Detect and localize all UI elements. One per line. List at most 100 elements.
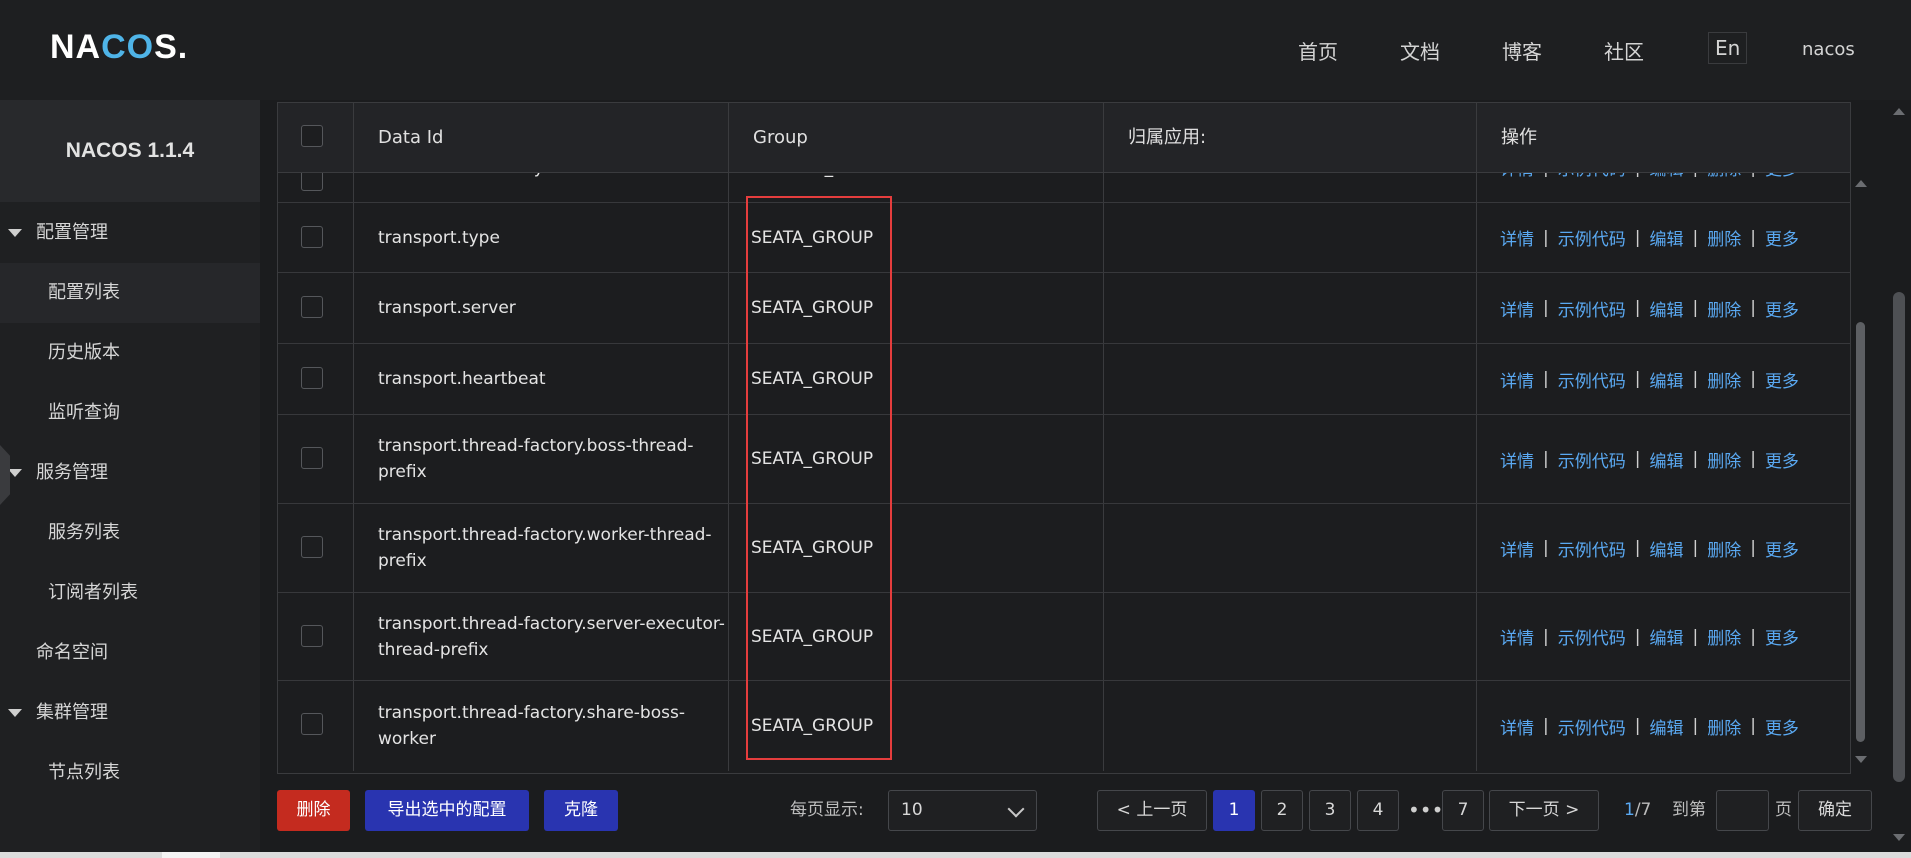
action-sample-code[interactable]: 示例代码	[1558, 173, 1626, 180]
nav-docs[interactable]: 文档	[1400, 36, 1440, 65]
sidebar-group-config[interactable]: 配置管理	[0, 203, 260, 263]
row-checkbox[interactable]	[301, 713, 323, 735]
page-button-4[interactable]: 4	[1357, 790, 1399, 831]
page-button-3[interactable]: 3	[1309, 790, 1351, 831]
sidebar-item-listener-query[interactable]: 监听查询	[0, 383, 260, 443]
user-menu[interactable]: nacos	[1802, 39, 1855, 60]
sidebar-item-subscriber-list[interactable]: 订阅者列表	[0, 563, 260, 623]
confirm-jump-button[interactable]: 确定	[1798, 790, 1872, 831]
nav-community[interactable]: 社区	[1604, 36, 1644, 65]
action-edit[interactable]: 编辑	[1649, 225, 1683, 250]
row-checkbox[interactable]	[301, 367, 323, 389]
action-sample-code[interactable]: 示例代码	[1558, 536, 1626, 561]
page-button-2[interactable]: 2	[1261, 790, 1303, 831]
action-detail[interactable]: 详情	[1500, 296, 1534, 321]
column-header-group[interactable]: Group	[728, 103, 1103, 173]
page-scrollbar[interactable]	[1888, 100, 1911, 852]
table-scrollbar-thumb[interactable]	[1856, 322, 1865, 742]
row-checkbox[interactable]	[301, 296, 323, 318]
row-actions: 详情| 示例代码| 编辑| 删除| 更多	[1500, 681, 1850, 771]
sidebar-item-service-list[interactable]: 服务列表	[0, 503, 260, 563]
row-checkbox[interactable]	[301, 226, 323, 248]
page-size-select[interactable]: 10	[888, 790, 1037, 831]
action-more[interactable]: 更多	[1765, 296, 1799, 321]
sidebar-group-cluster[interactable]: 集群管理	[0, 683, 260, 743]
action-detail[interactable]: 详情	[1500, 624, 1534, 649]
column-header-data-id[interactable]: Data Id	[353, 103, 728, 173]
action-edit[interactable]: 编辑	[1649, 173, 1683, 180]
nav-home[interactable]: 首页	[1298, 36, 1338, 65]
delete-button[interactable]: 删除	[277, 790, 350, 831]
sidebar-item-config-list[interactable]: 配置列表	[0, 263, 260, 323]
action-sample-code[interactable]: 示例代码	[1558, 225, 1626, 250]
select-all-checkbox[interactable]	[301, 125, 323, 147]
row-data-id: transport.thread-factory.share-boss-work…	[378, 703, 685, 749]
action-more[interactable]: 更多	[1765, 173, 1799, 180]
horizontal-scrollbar[interactable]	[0, 852, 1911, 858]
nav-blog[interactable]: 博客	[1502, 36, 1542, 65]
language-switch[interactable]: En	[1708, 32, 1748, 64]
action-edit[interactable]: 编辑	[1649, 367, 1683, 392]
action-more[interactable]: 更多	[1765, 447, 1799, 472]
action-edit[interactable]: 编辑	[1649, 296, 1683, 321]
row-checkbox[interactable]	[301, 173, 323, 191]
scroll-down-arrow-icon[interactable]	[1855, 756, 1867, 763]
action-more[interactable]: 更多	[1765, 624, 1799, 649]
action-delete[interactable]: 删除	[1707, 367, 1741, 392]
action-sample-code[interactable]: 示例代码	[1558, 624, 1626, 649]
action-detail[interactable]: 详情	[1500, 447, 1534, 472]
scroll-down-arrow-icon[interactable]	[1893, 834, 1905, 841]
action-more[interactable]: 更多	[1765, 536, 1799, 561]
row-data-id: service-order-test.yaml	[378, 173, 738, 202]
page-scrollbar-thumb[interactable]	[1893, 292, 1905, 782]
action-edit[interactable]: 编辑	[1649, 536, 1683, 561]
sidebar-item-label: 配置管理	[36, 222, 108, 243]
action-sample-code[interactable]: 示例代码	[1558, 367, 1626, 392]
action-delete[interactable]: 删除	[1707, 624, 1741, 649]
action-detail[interactable]: 详情	[1500, 225, 1534, 250]
action-edit[interactable]: 编辑	[1649, 624, 1683, 649]
action-more[interactable]: 更多	[1765, 367, 1799, 392]
action-edit[interactable]: 编辑	[1649, 714, 1683, 739]
goto-page-input[interactable]	[1716, 790, 1769, 831]
sidebar-item-node-list[interactable]: 节点列表	[0, 743, 260, 803]
action-delete[interactable]: 删除	[1707, 225, 1741, 250]
action-detail[interactable]: 详情	[1500, 714, 1534, 739]
chevron-down-icon	[1007, 800, 1025, 818]
action-sample-code[interactable]: 示例代码	[1558, 447, 1626, 472]
action-detail[interactable]: 详情	[1500, 367, 1534, 392]
action-sample-code[interactable]: 示例代码	[1558, 296, 1626, 321]
sidebar-item-namespace[interactable]: 命名空间	[0, 623, 260, 683]
column-header-app[interactable]: 归属应用:	[1103, 103, 1478, 173]
prev-page-button[interactable]: < 上一页	[1097, 790, 1207, 831]
action-edit[interactable]: 编辑	[1649, 447, 1683, 472]
current-page-number: 1	[1624, 800, 1635, 820]
table-row: transport.server SEATA_GROUP 详情 | 示例代码 | 编…	[278, 273, 1850, 344]
scroll-up-arrow-icon[interactable]	[1855, 180, 1867, 187]
action-detail[interactable]: 详情	[1500, 536, 1534, 561]
next-page-button[interactable]: 下一页 >	[1489, 790, 1599, 831]
row-checkbox[interactable]	[301, 536, 323, 558]
action-delete[interactable]: 删除	[1707, 447, 1741, 472]
action-sample-code[interactable]: 示例代码	[1558, 714, 1626, 739]
sidebar-group-service[interactable]: 服务管理	[0, 443, 260, 503]
page-button-1[interactable]: 1	[1213, 790, 1255, 831]
row-checkbox[interactable]	[301, 625, 323, 647]
row-actions: 详情| 示例代码| 编辑| 删除| 更多	[1500, 344, 1850, 414]
action-more[interactable]: 更多	[1765, 714, 1799, 739]
action-delete[interactable]: 删除	[1707, 296, 1741, 321]
action-delete[interactable]: 删除	[1707, 536, 1741, 561]
scroll-up-arrow-icon[interactable]	[1893, 108, 1905, 115]
action-detail[interactable]: 详情	[1500, 173, 1534, 180]
export-selected-button[interactable]: 导出选中的配置	[365, 790, 529, 831]
page-button-7[interactable]: 7	[1442, 790, 1484, 831]
action-more[interactable]: 更多	[1765, 225, 1799, 250]
horizontal-scrollbar-thumb[interactable]	[162, 852, 220, 858]
action-delete[interactable]: 删除	[1707, 173, 1741, 180]
clone-button[interactable]: 克隆	[544, 790, 618, 831]
table-scrollbar[interactable]	[1852, 172, 1870, 772]
action-delete[interactable]: 删除	[1707, 714, 1741, 739]
row-checkbox[interactable]	[301, 447, 323, 469]
nacos-logo[interactable]: NACOS.	[50, 28, 188, 67]
sidebar-item-history[interactable]: 历史版本	[0, 323, 260, 383]
